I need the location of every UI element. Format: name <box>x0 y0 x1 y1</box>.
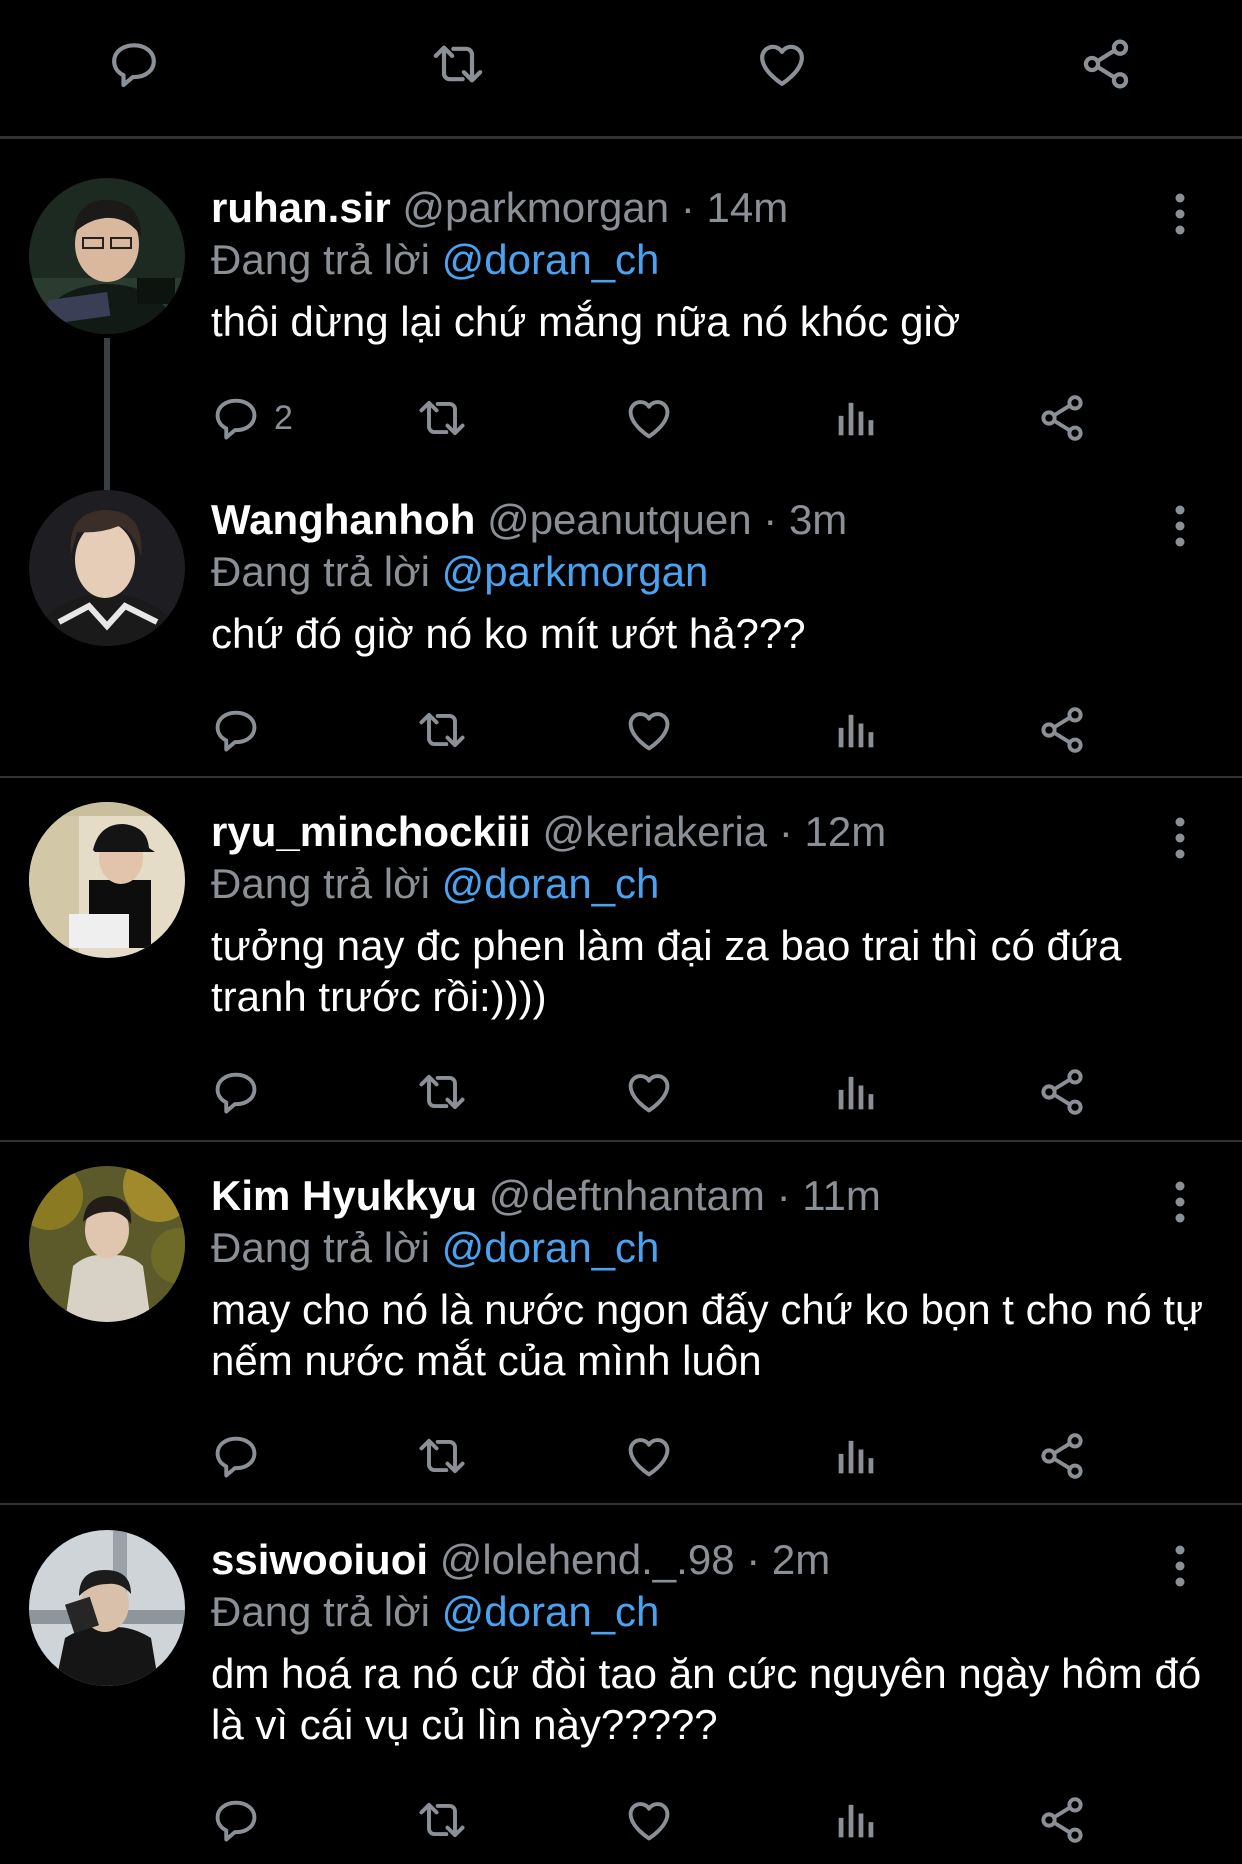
separator-dot: · <box>776 1172 791 1219</box>
share-icon[interactable] <box>1036 392 1088 444</box>
tweet-text: may cho nó là nước ngon đấy chứ ko bọn t… <box>211 1286 1204 1384</box>
reply-count: 2 <box>274 399 293 437</box>
replying-label: Đang trả lời <box>211 236 430 283</box>
like-icon[interactable] <box>623 1794 675 1846</box>
more-options-icon[interactable] <box>1160 502 1200 550</box>
thread-connector <box>104 338 110 490</box>
replying-to-line: Đang trả lời @doran_ch <box>211 1224 659 1272</box>
user-handle[interactable]: @parkmorgan <box>402 184 669 231</box>
like-icon[interactable] <box>623 1066 675 1118</box>
timestamp[interactable]: 11m <box>802 1172 881 1219</box>
tweet-separator <box>0 1503 1242 1505</box>
tweet-header: ryu_minchockiii @keriakeria · 12m <box>211 808 886 856</box>
replying-label: Đang trả lời <box>211 860 430 907</box>
retweet-icon[interactable] <box>430 36 486 92</box>
more-options-icon[interactable] <box>1160 1178 1200 1226</box>
retweet-icon[interactable] <box>416 1430 468 1482</box>
separator-dot: · <box>763 496 778 543</box>
analytics-icon[interactable] <box>830 1430 882 1482</box>
share-icon[interactable] <box>1036 1794 1088 1846</box>
reply-icon[interactable] <box>210 1066 262 1118</box>
reply-icon[interactable] <box>106 36 162 92</box>
reply-icon[interactable] <box>210 1794 262 1846</box>
separator-dot: · <box>746 1536 761 1583</box>
separator-dot: · <box>680 184 695 231</box>
replying-label: Đang trả lời <box>211 1588 430 1635</box>
retweet-icon[interactable] <box>416 704 468 756</box>
avatar[interactable] <box>29 490 185 646</box>
retweet-icon[interactable] <box>416 392 468 444</box>
separator-dot: · <box>778 808 793 855</box>
user-display-name[interactable]: ssiwooiuoi <box>211 1536 428 1583</box>
user-display-name[interactable]: ruhan.sir <box>211 184 391 231</box>
timestamp[interactable]: 3m <box>789 496 847 543</box>
user-handle[interactable]: @peanutquen <box>487 496 752 543</box>
more-options-icon[interactable] <box>1160 190 1200 238</box>
reply-icon[interactable] <box>210 704 262 756</box>
user-display-name[interactable]: Kim Hyukkyu <box>211 1172 477 1219</box>
tweet-header: Kim Hyukkyu @deftnhantam · 11m <box>211 1172 881 1220</box>
timestamp[interactable]: 2m <box>772 1536 830 1583</box>
mention-link[interactable]: @parkmorgan <box>442 548 709 595</box>
tweet-header: ruhan.sir @parkmorgan · 14m <box>211 184 788 232</box>
replying-to-line: Đang trả lời @doran_ch <box>211 1588 659 1636</box>
avatar[interactable] <box>29 1530 185 1686</box>
mention-link[interactable]: @doran_ch <box>442 236 660 283</box>
like-icon[interactable] <box>623 704 675 756</box>
top-action-bar <box>0 0 1242 136</box>
tweet-separator <box>0 776 1242 778</box>
tweet-text: chứ đó giờ nó ko mít ướt hả??? <box>211 610 806 657</box>
timestamp[interactable]: 14m <box>706 184 788 231</box>
retweet-icon[interactable] <box>416 1794 468 1846</box>
tweet-text: tưởng nay đc phen làm đại za bao trai th… <box>211 922 1122 1020</box>
more-options-icon[interactable] <box>1160 1542 1200 1590</box>
analytics-icon[interactable] <box>830 704 882 756</box>
share-icon[interactable] <box>1036 1066 1088 1118</box>
user-handle[interactable]: @deftnhantam <box>489 1172 765 1219</box>
tweet-header: ssiwooiuoi @lolehend._.98 · 2m <box>211 1536 830 1584</box>
more-options-icon[interactable] <box>1160 814 1200 862</box>
tweet-text: dm hoá ra nó cứ đòi tao ăn cức nguyên ng… <box>211 1650 1202 1748</box>
user-display-name[interactable]: ryu_minchockiii <box>211 808 531 855</box>
avatar[interactable] <box>29 1166 185 1322</box>
mention-link[interactable]: @doran_ch <box>442 1588 660 1635</box>
reply-icon[interactable] <box>210 1430 262 1482</box>
user-handle[interactable]: @lolehend._.98 <box>440 1536 735 1583</box>
avatar[interactable] <box>29 178 185 334</box>
timestamp[interactable]: 12m <box>805 808 887 855</box>
user-display-name[interactable]: Wanghanhoh <box>211 496 475 543</box>
replying-to-line: Đang trả lời @doran_ch <box>211 860 659 908</box>
like-icon[interactable] <box>754 36 810 92</box>
mention-link[interactable]: @doran_ch <box>442 860 660 907</box>
tweet-header: Wanghanhoh @peanutquen · 3m <box>211 496 847 544</box>
user-handle[interactable]: @keriakeria <box>542 808 767 855</box>
share-icon[interactable] <box>1036 704 1088 756</box>
analytics-icon[interactable] <box>830 1794 882 1846</box>
replying-to-line: Đang trả lời @doran_ch <box>211 236 659 284</box>
like-icon[interactable] <box>623 1430 675 1482</box>
replying-label: Đang trả lời <box>211 548 430 595</box>
replying-label: Đang trả lời <box>211 1224 430 1271</box>
tweet-separator <box>0 1140 1242 1142</box>
mention-link[interactable]: @doran_ch <box>442 1224 660 1271</box>
tweet-text: thôi dừng lại chứ mắng nữa nó khóc giờ <box>211 298 961 345</box>
share-icon[interactable] <box>1036 1430 1088 1482</box>
avatar[interactable] <box>29 802 185 958</box>
analytics-icon[interactable] <box>830 1066 882 1118</box>
analytics-icon[interactable] <box>830 392 882 444</box>
retweet-icon[interactable] <box>416 1066 468 1118</box>
like-icon[interactable] <box>623 392 675 444</box>
top-separator <box>0 136 1242 139</box>
reply-icon[interactable] <box>210 392 262 444</box>
share-icon[interactable] <box>1078 36 1134 92</box>
replying-to-line: Đang trả lời @parkmorgan <box>211 548 708 596</box>
